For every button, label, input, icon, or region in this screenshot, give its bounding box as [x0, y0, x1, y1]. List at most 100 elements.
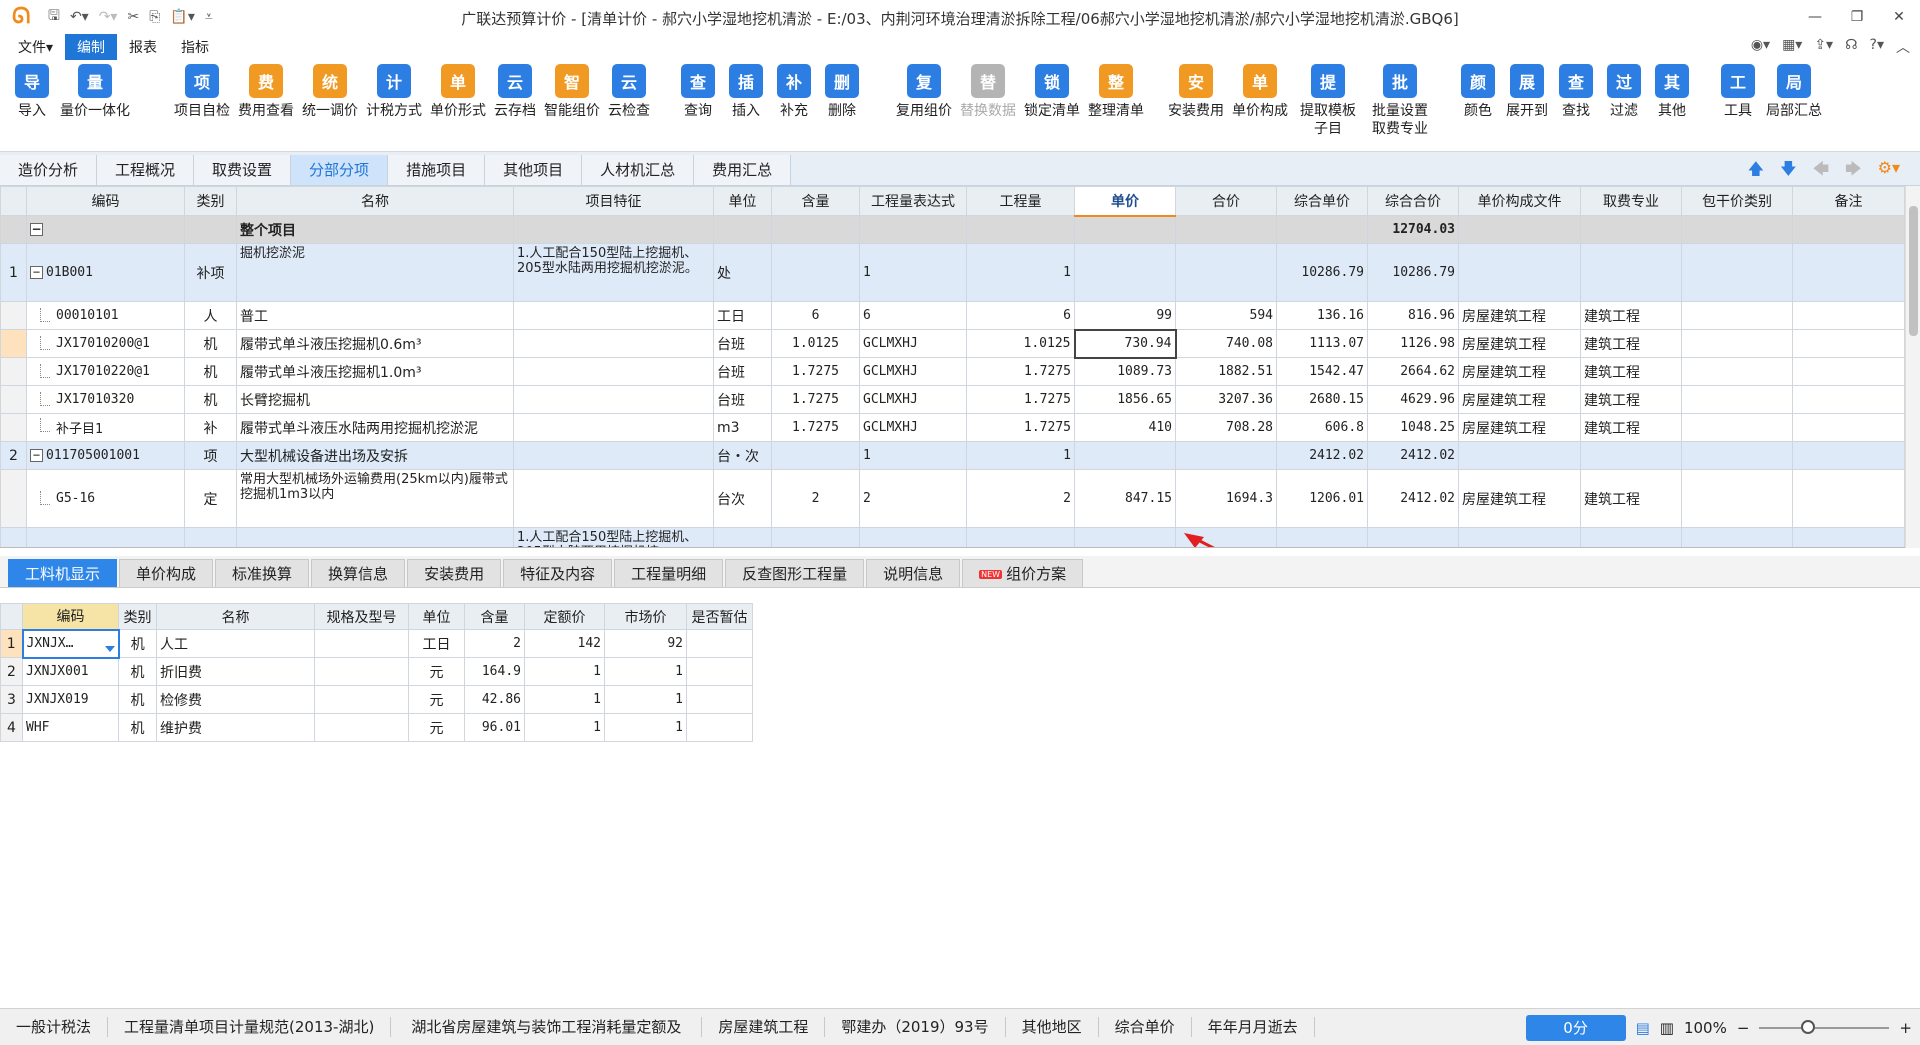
grid-cell[interactable]: [1792, 385, 1905, 414]
usum-cell[interactable]: 2412.02: [1367, 441, 1459, 470]
grid-cell[interactable]: [1681, 469, 1793, 528]
unit-cell[interactable]: m3: [713, 413, 772, 442]
grid-cell[interactable]: [859, 215, 967, 244]
expr-cell[interactable]: 6: [859, 301, 967, 330]
ribbon-button-3[interactable]: 费费用查看: [238, 64, 294, 120]
menu-file[interactable]: 文件▾: [6, 34, 65, 60]
spec-cell[interactable]: [314, 713, 409, 742]
table-row[interactable]: G5-16 定常用大型机械场外运输费用(25km以内)履带式挖掘机1m3以内 台次 2…: [0, 469, 1905, 528]
detail-tab-4[interactable]: 安装费用: [407, 559, 502, 587]
market-cell[interactable]: 1: [604, 657, 687, 686]
qty-cell[interactable]: [966, 527, 1075, 547]
est-cell[interactable]: [686, 685, 753, 714]
col-header[interactable]: 名称: [236, 186, 514, 216]
price-cell[interactable]: 730.94: [1073, 328, 1177, 359]
headset-icon[interactable]: ☊: [1845, 37, 1857, 57]
content-cell[interactable]: 1.7275: [771, 357, 860, 386]
grid-cell[interactable]: [1074, 215, 1176, 244]
expr-cell[interactable]: 1: [859, 243, 967, 302]
content-cell[interactable]: 1.7275: [771, 385, 860, 414]
qty-cell[interactable]: 1: [966, 243, 1075, 302]
sum-cell[interactable]: 3207.36: [1175, 385, 1277, 414]
unit-cell[interactable]: 台班: [713, 385, 772, 414]
sum-cell[interactable]: 708.28: [1175, 413, 1277, 442]
table-row[interactable]: 2−011705001001 项大型机械设备进出场及安拆 台・次 1 1 2412.02 2…: [0, 441, 1905, 470]
detail-tab-6[interactable]: 工程量明细: [614, 559, 724, 587]
spec-cell[interactable]: [314, 629, 409, 658]
type-cell[interactable]: 机: [184, 385, 237, 414]
grid-cell[interactable]: [1175, 215, 1277, 244]
scrollbar-thumb[interactable]: [1909, 206, 1918, 336]
sub-col-header[interactable]: 名称: [156, 603, 315, 630]
ribbon-button-20[interactable]: 提提取模板子目: [1296, 64, 1360, 138]
row-number[interactable]: 2: [0, 657, 23, 686]
uprice-cell[interactable]: 136.16: [1276, 301, 1368, 330]
detail-tab-3[interactable]: 换算信息: [311, 559, 406, 587]
col-header[interactable]: 项目特征: [513, 186, 714, 216]
quota-cell[interactable]: 1: [524, 657, 605, 686]
feature-cell[interactable]: [513, 469, 714, 528]
unit-cell[interactable]: 工日: [408, 629, 465, 658]
content-cell[interactable]: 1.0125: [771, 329, 860, 358]
name-cell[interactable]: 维护费: [156, 713, 315, 742]
ribbon-button-11[interactable]: 插插入: [726, 64, 766, 120]
zoom-in-icon[interactable]: +: [1899, 1019, 1912, 1037]
uprice-cell[interactable]: 1113.07: [1276, 329, 1368, 358]
feature-cell[interactable]: [513, 329, 714, 358]
code-cell[interactable]: JX17010320: [26, 385, 185, 414]
name-cell[interactable]: 常用大型机械场外运输费用(25km以内)履带式挖掘机1m3以内: [236, 469, 514, 528]
feature-cell[interactable]: [513, 413, 714, 442]
type-cell[interactable]: 机: [184, 357, 237, 386]
sub-col-header[interactable]: 定额价: [524, 603, 605, 630]
move-left-icon[interactable]: 🡄: [1813, 158, 1830, 185]
spec-cell[interactable]: 建筑工程: [1580, 413, 1682, 442]
unit-cell[interactable]: 台・次: [713, 441, 772, 470]
code-cell[interactable]: 补子目1: [26, 413, 185, 442]
grid-cell[interactable]: [1681, 441, 1793, 470]
file-cell[interactable]: 房屋建筑工程: [1458, 357, 1581, 386]
file-cell[interactable]: 房屋建筑工程: [1458, 385, 1581, 414]
sub-col-header[interactable]: 含量: [464, 603, 525, 630]
content-cell[interactable]: 1.7275: [771, 413, 860, 442]
price-cell[interactable]: 1856.65: [1074, 385, 1176, 414]
ribbon-button-21[interactable]: 批批量设置取费专业: [1368, 64, 1432, 138]
unit-cell[interactable]: 台次: [713, 469, 772, 528]
row-number[interactable]: 4: [0, 713, 23, 742]
collapse-toggle-icon[interactable]: −: [30, 449, 43, 462]
unit-cell[interactable]: 元: [408, 685, 465, 714]
zoom-slider-knob[interactable]: [1801, 1020, 1816, 1034]
grid-cell[interactable]: [184, 215, 237, 244]
type-cell[interactable]: 人: [184, 301, 237, 330]
grid-cell[interactable]: [513, 215, 714, 244]
content-cell[interactable]: 6: [771, 301, 860, 330]
col-header[interactable]: 编码: [26, 186, 185, 216]
ribbon-button-7[interactable]: 云云存档: [494, 64, 536, 120]
type-cell[interactable]: 定: [184, 469, 237, 528]
expr-cell[interactable]: GCLMXHJ: [859, 329, 967, 358]
spec-cell[interactable]: [1580, 243, 1682, 302]
type-cell[interactable]: 机: [118, 685, 157, 714]
price-cell[interactable]: [1074, 243, 1176, 302]
tab-6[interactable]: 人材机汇总: [582, 155, 695, 185]
row-number[interactable]: [0, 527, 27, 547]
unit-cell[interactable]: 工日: [713, 301, 772, 330]
redo-icon[interactable]: ↷▾: [99, 9, 118, 25]
uprice-cell[interactable]: 606.8: [1276, 413, 1368, 442]
code-cell[interactable]: JX17010220@1: [26, 357, 185, 386]
resource-row[interactable]: 1 JXNJX… 机人工 工日 2 142 92: [0, 628, 753, 659]
file-cell[interactable]: [1458, 527, 1581, 547]
grid-cell[interactable]: [1792, 441, 1905, 470]
price-cell[interactable]: [1074, 441, 1176, 470]
spec-cell[interactable]: 建筑工程: [1580, 329, 1682, 358]
name-cell[interactable]: 掘机挖淤泥: [236, 243, 514, 302]
type-cell[interactable]: 机: [118, 657, 157, 686]
type-cell[interactable]: 补: [184, 413, 237, 442]
menu-report[interactable]: 报表: [117, 34, 169, 60]
collapse-toggle-icon[interactable]: −: [30, 266, 43, 279]
table-row[interactable]: JX17010320 机长臂挖掘机 台班 1.7275 GCLMXHJ 1.7275 185…: [0, 385, 1905, 414]
grid-cell[interactable]: [713, 215, 772, 244]
market-cell[interactable]: 1: [604, 685, 687, 714]
feature-cell[interactable]: 1.人工配合150型陆上挖掘机、205型水陆两用挖掘机挖: [513, 527, 714, 547]
qty-cell[interactable]: 1.7275: [966, 413, 1075, 442]
unit-cell[interactable]: 元: [408, 713, 465, 742]
